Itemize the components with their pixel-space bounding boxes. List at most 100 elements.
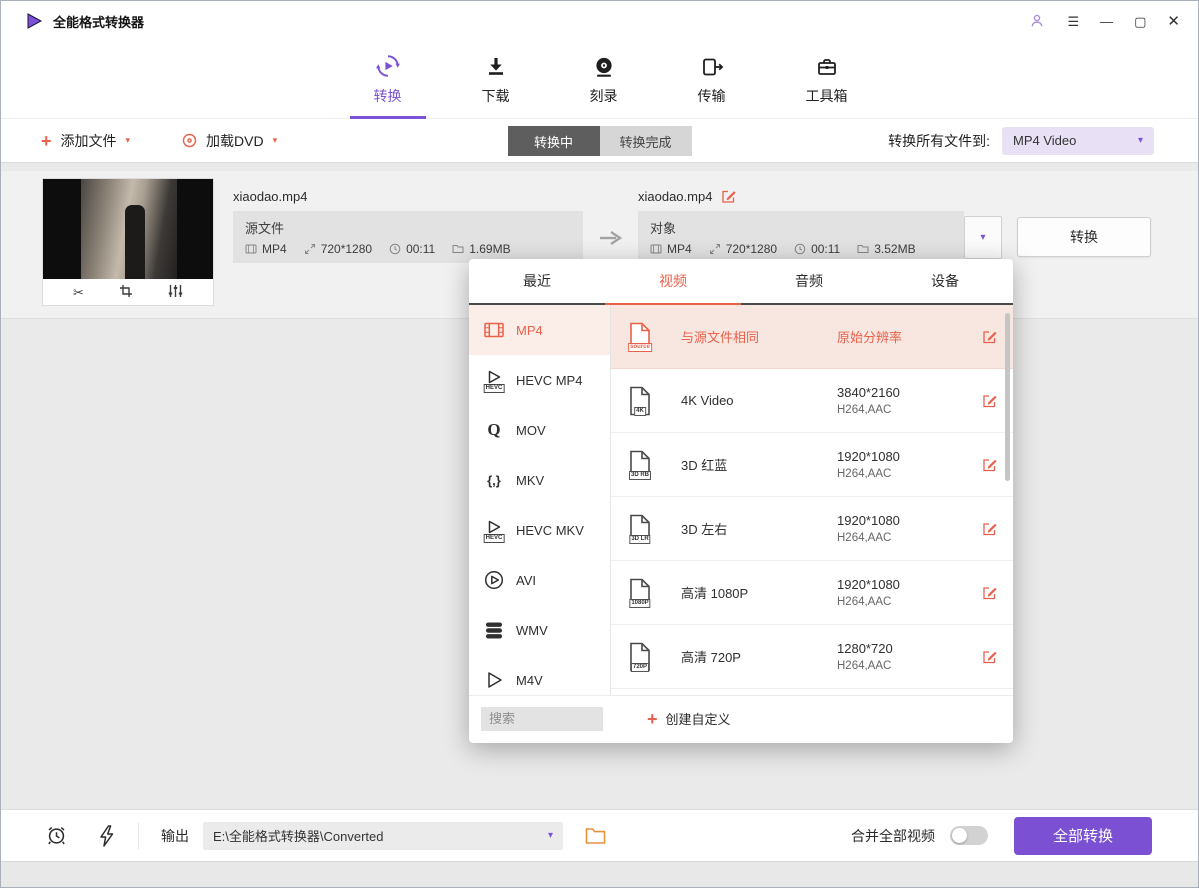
format-item-m4v[interactable]: M4V	[469, 655, 610, 695]
minimize-button[interactable]: —	[1100, 15, 1113, 28]
preset-name: 高清 720P	[681, 647, 831, 666]
account-icon[interactable]	[1028, 12, 1046, 30]
tab-convert[interactable]: 转换	[358, 41, 418, 118]
tab-converting[interactable]: 转换中	[508, 126, 600, 156]
format-label: M4V	[516, 673, 543, 688]
preset-resolution: 1920*1080	[837, 577, 900, 592]
convert-all-button[interactable]: 全部转换	[1014, 817, 1152, 855]
load-dvd-button[interactable]: 加载DVD ▾	[182, 131, 277, 151]
preset-badge: 3D LR	[629, 535, 650, 544]
format-label: HEVC MKV	[516, 523, 584, 538]
format-item-hevc-mkv[interactable]: HEVC HEVC MKV	[469, 505, 610, 555]
hevc-badge: HEVC	[484, 384, 505, 393]
preset-name: 与源文件相同	[681, 327, 831, 346]
format-item-wmv[interactable]: WMV	[469, 605, 610, 655]
preset-badge: 4K	[634, 407, 646, 416]
arrow-right-icon	[598, 229, 626, 252]
tab-download[interactable]: 下载	[466, 41, 526, 118]
tab-converted[interactable]: 转换完成	[600, 126, 692, 156]
preset-codec: H264,AAC	[837, 596, 900, 608]
preset-same-as-source[interactable]: source 与源文件相同 原始分辨率	[611, 305, 1013, 369]
format-list: MP4 HEVC HEVC MP4 Q MOV {,} MKV	[469, 305, 611, 695]
target-resolution: 720*1280	[726, 242, 777, 256]
schedule-icon[interactable]	[45, 824, 68, 847]
convert-all-to-label: 转换所有文件到:	[888, 131, 990, 151]
trim-icon[interactable]: ✂	[73, 286, 84, 299]
format-icon	[245, 243, 257, 255]
edit-preset-icon[interactable]	[982, 329, 997, 344]
preset-resolution: 3840*2160	[837, 385, 900, 400]
main-nav: 转换 下载 刻录 传输	[1, 41, 1198, 119]
edit-preset-icon[interactable]	[982, 521, 997, 536]
preset-4k-video[interactable]: 4K 4K Video 3840*2160 H264,AAC	[611, 369, 1013, 433]
preset-badge: source	[628, 343, 652, 352]
file-icon: 3D RB	[627, 450, 653, 480]
format-item-avi[interactable]: AVI	[469, 555, 610, 605]
divider	[138, 823, 139, 849]
chevron-down-icon[interactable]: ▾	[126, 136, 131, 145]
source-duration: 00:11	[406, 242, 435, 256]
edit-preset-icon[interactable]	[982, 649, 997, 664]
source-label: 源文件	[245, 218, 284, 237]
high-speed-icon[interactable]	[98, 825, 116, 847]
toggle-knob	[952, 828, 967, 843]
file-icon: 1080P	[627, 578, 653, 608]
target-format-dropdown-button[interactable]: ▾	[964, 216, 1002, 259]
chevron-down-icon: ▾	[980, 233, 985, 243]
app-title: 全能格式转换器	[53, 12, 144, 31]
tab-device[interactable]: 设备	[877, 259, 1013, 303]
mov-quicktime-icon: Q	[482, 418, 506, 442]
maximize-button[interactable]: ▢	[1134, 15, 1146, 28]
m4v-icon	[482, 668, 506, 692]
tab-toolbox[interactable]: 工具箱	[790, 41, 864, 118]
tab-burn[interactable]: 刻录	[574, 41, 634, 118]
bottom-bar: 输出 E:\全能格式转换器\Converted ▾ 合并全部视频 全部转换	[1, 809, 1198, 861]
thumbnail-image	[43, 179, 213, 279]
preset-hd-1080p[interactable]: 1080P 高清 1080P 1920*1080 H264,AAC	[611, 561, 1013, 625]
footer-strip	[1, 861, 1198, 887]
edit-preset-icon[interactable]	[982, 457, 997, 472]
format-item-mkv[interactable]: {,} MKV	[469, 455, 610, 505]
target-info-box: 对象 MP4 720*1280 00:11 3.52MB	[638, 211, 964, 263]
tab-video[interactable]: 视频	[605, 259, 741, 303]
output-label: 输出	[161, 826, 189, 846]
source-info-box: 源文件 MP4 720*1280 00:11 1.69MB	[233, 211, 583, 263]
add-files-button[interactable]: + 添加文件 ▾	[41, 131, 130, 151]
transfer-icon	[700, 53, 724, 79]
tab-convert-label: 转换	[374, 86, 402, 106]
scrollbar-thumb[interactable]	[1005, 313, 1010, 481]
tab-transfer[interactable]: 传输	[682, 41, 742, 118]
open-folder-icon[interactable]	[585, 827, 606, 845]
tab-audio[interactable]: 音频	[741, 259, 877, 303]
close-button[interactable]: ✕	[1167, 14, 1180, 29]
create-custom-button[interactable]: + 创建自定义	[647, 709, 731, 728]
chevron-down-icon[interactable]: ▾	[273, 136, 278, 145]
format-label: MOV	[516, 423, 546, 438]
edit-preset-icon[interactable]	[982, 585, 997, 600]
format-item-mp4[interactable]: MP4	[469, 305, 610, 355]
preset-hd-720p[interactable]: 720P 高清 720P 1280*720 H264,AAC	[611, 625, 1013, 689]
video-thumbnail[interactable]: ✂	[43, 179, 213, 305]
crop-icon[interactable]	[119, 284, 133, 300]
preset-3d-red-blue[interactable]: 3D RB 3D 红蓝 1920*1080 H264,AAC	[611, 433, 1013, 497]
preset-3d-left-right[interactable]: 3D LR 3D 左右 1920*1080 H264,AAC	[611, 497, 1013, 561]
format-item-mov[interactable]: Q MOV	[469, 405, 610, 455]
preset-codec: H264,AAC	[837, 660, 893, 672]
format-label: AVI	[516, 573, 536, 588]
menu-icon[interactable]: ☰	[1067, 15, 1079, 28]
edit-preset-icon[interactable]	[982, 393, 997, 408]
preset-resolution: 1920*1080	[837, 449, 900, 464]
preset-codec: H264,AAC	[837, 404, 900, 416]
merge-toggle[interactable]	[950, 826, 988, 845]
preset-badge: 3D RB	[629, 471, 651, 480]
output-path-select[interactable]: E:\全能格式转换器\Converted ▾	[203, 822, 563, 850]
format-item-hevc-mp4[interactable]: HEVC HEVC MP4	[469, 355, 610, 405]
convert-button[interactable]: 转换	[1017, 217, 1151, 257]
preset-badge: 1080P	[629, 599, 650, 608]
avi-icon	[482, 568, 506, 592]
output-format-select[interactable]: MP4 Video ▾	[1002, 127, 1154, 155]
preset-search-input[interactable]	[481, 707, 603, 731]
rename-icon[interactable]	[721, 189, 736, 204]
effects-icon[interactable]	[168, 284, 183, 300]
tab-recent[interactable]: 最近	[469, 259, 605, 303]
